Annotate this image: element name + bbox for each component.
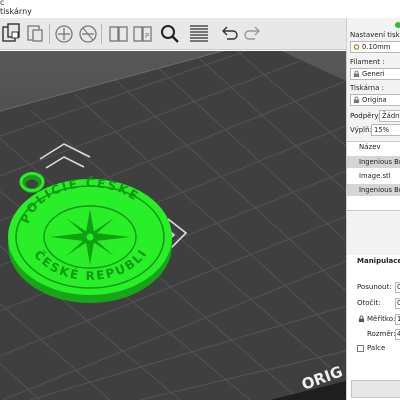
filament-value: Generi bbox=[362, 70, 385, 78]
toolbar: P bbox=[0, 18, 346, 50]
window-title: c bbox=[0, 0, 5, 7]
toolbar-separator bbox=[49, 24, 50, 44]
delete-icon[interactable] bbox=[24, 21, 46, 47]
menu-item-printer[interactable]: tiskárny bbox=[0, 7, 32, 16]
redo-icon[interactable] bbox=[242, 21, 264, 47]
object-list-item[interactable]: Ingenious Bri bbox=[347, 184, 400, 196]
add-instance-icon[interactable] bbox=[53, 21, 75, 47]
add-icon[interactable] bbox=[0, 21, 22, 47]
layers-icon[interactable] bbox=[188, 21, 210, 47]
lock-icon bbox=[353, 70, 360, 78]
panel-footer bbox=[347, 358, 400, 400]
supports-select[interactable]: Žádné bbox=[379, 110, 400, 122]
inches-checkbox[interactable] bbox=[357, 345, 364, 352]
split-objects-icon[interactable] bbox=[107, 21, 129, 47]
manipulation-title: Manipulace se bbox=[357, 257, 400, 265]
settings-panel: Nastavení tisku : 0.10mm Filament : Gene… bbox=[346, 18, 400, 400]
slice-button[interactable] bbox=[351, 380, 400, 398]
3d-viewport[interactable]: POLICIE ČESKÉ ČESKÉ REPUBLIKY ORIG bbox=[0, 51, 346, 400]
undo-icon[interactable] bbox=[218, 21, 240, 47]
object-list-item[interactable]: Image.stl bbox=[359, 170, 400, 182]
filament-label: Filament : bbox=[350, 58, 385, 66]
svg-text:P: P bbox=[145, 32, 149, 40]
size-label: Rozměr: bbox=[367, 330, 396, 338]
printer-select[interactable]: Origina bbox=[350, 94, 400, 106]
split-parts-icon[interactable]: P bbox=[131, 21, 153, 47]
size-x-input[interactable]: 4 bbox=[395, 329, 400, 340]
rotate-x-input[interactable]: 0 bbox=[395, 298, 400, 309]
search-icon[interactable] bbox=[159, 21, 181, 47]
title-bar: c tiskárny bbox=[0, 0, 400, 18]
object-list-header: Název bbox=[359, 143, 381, 151]
infill-select[interactable]: 15% bbox=[371, 124, 400, 136]
scale-label: Měřítko: bbox=[367, 315, 396, 323]
object-list-item[interactable]: Ingenious Bri bbox=[347, 156, 400, 168]
inches-label: Palce bbox=[367, 344, 386, 352]
lock-icon bbox=[353, 96, 360, 104]
filament-select[interactable]: Generi bbox=[350, 68, 400, 80]
infill-label: Výplň: bbox=[350, 126, 372, 134]
printer-value: Origina bbox=[362, 96, 387, 104]
print-settings-select[interactable]: 0.10mm bbox=[350, 41, 400, 53]
manipulation-section: Manipulace se Posunout: 0 Otočit: 0 Měří… bbox=[347, 255, 400, 375]
status-indicator-icon bbox=[395, 22, 400, 28]
gear-icon bbox=[353, 44, 360, 50]
print-settings-value: 0.10mm bbox=[362, 43, 391, 51]
lock-icon[interactable] bbox=[358, 315, 365, 323]
object-list[interactable]: Název Ingenious Bri Image.stl Ingenious … bbox=[347, 141, 400, 211]
move-label: Posunout: bbox=[357, 283, 392, 291]
print-settings-label: Nastavení tisku : bbox=[350, 31, 400, 39]
printer-label: Tiskárna : bbox=[350, 84, 384, 92]
keyring-loop bbox=[19, 172, 45, 193]
toolbar-separator bbox=[101, 24, 102, 44]
supports-label: Podpěry: bbox=[350, 112, 381, 120]
scale-x-input[interactable]: 1 bbox=[395, 314, 400, 325]
remove-instance-icon[interactable] bbox=[77, 21, 99, 47]
rotate-label: Otočit: bbox=[357, 299, 381, 307]
move-x-input[interactable]: 0 bbox=[395, 282, 400, 293]
